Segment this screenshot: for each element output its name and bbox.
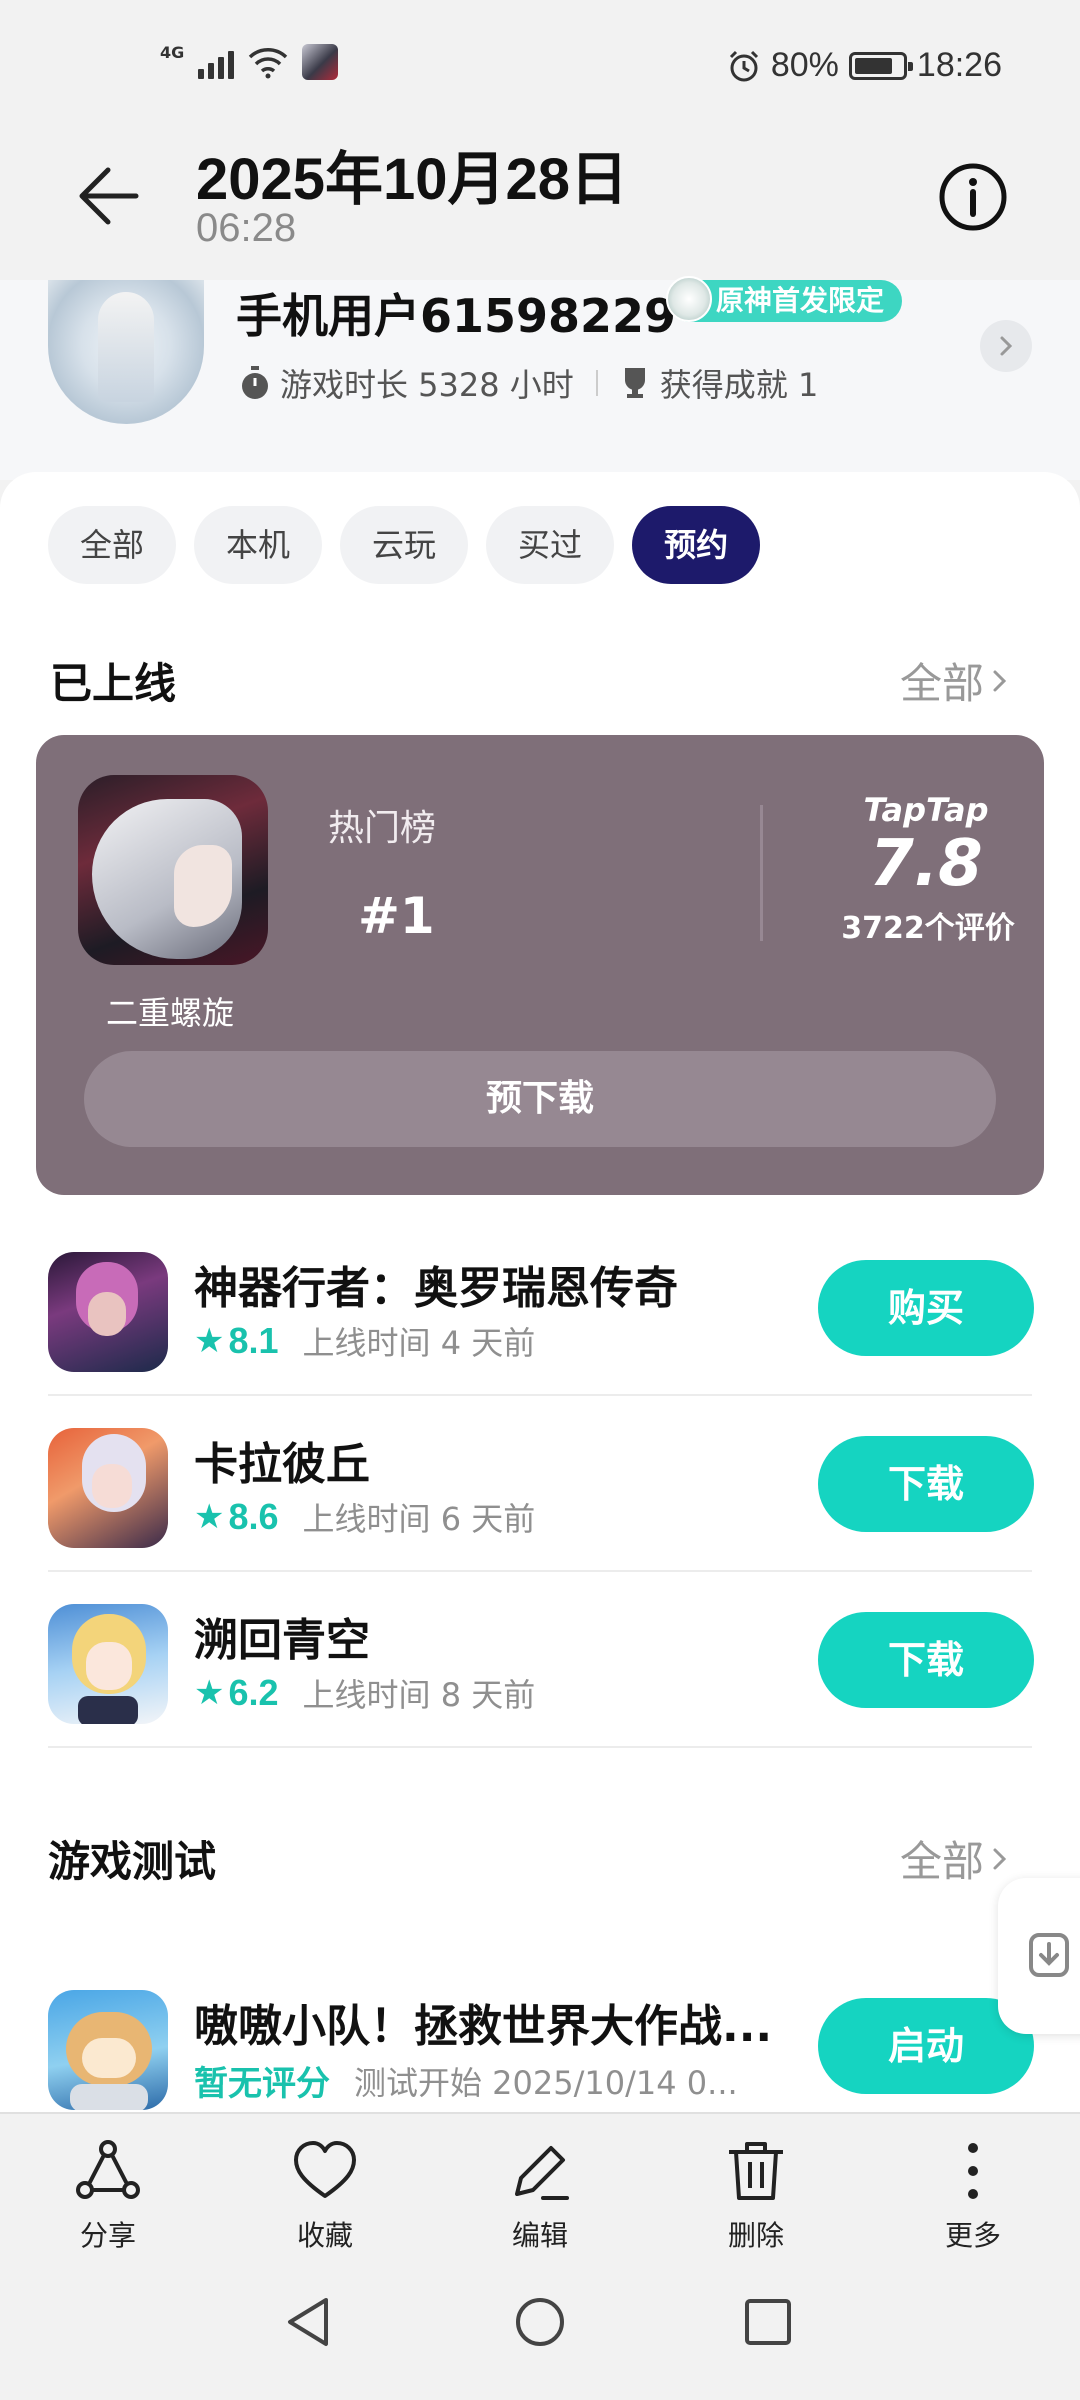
user-avatar[interactable] (48, 280, 204, 424)
game-name: 卡拉彼丘 (194, 1439, 370, 1490)
game-meta: ★ 8.1 上线时间 4 天前 (194, 1318, 535, 1364)
signal-icon (198, 45, 235, 79)
alarm-icon (729, 50, 758, 81)
game-release-info: 上线时间 6 天前 (302, 1500, 536, 1538)
network-type: 4G (160, 42, 185, 62)
heart-icon (294, 2141, 356, 2198)
badge-icon (666, 276, 712, 322)
featured-score: 7.8 (869, 827, 983, 901)
download-button[interactable]: 下载 (818, 1436, 1034, 1532)
game-name: 神器行者：奥罗瑞恩传奇 (194, 1263, 678, 1314)
nav-back-icon[interactable] (280, 2292, 340, 2352)
chevron-right-icon (993, 1848, 1007, 1869)
floating-download-tab[interactable] (998, 1878, 1080, 2034)
test-section-title: 游戏测试 (48, 1837, 217, 1886)
game-score: 8.1 (228, 1320, 279, 1361)
more-button[interactable]: 更多 (908, 2138, 1038, 2254)
user-name: 手机用户61598229 (236, 289, 677, 343)
game-score: 8.6 (228, 1496, 279, 1537)
game-icon[interactable] (48, 1990, 168, 2110)
title-bar: 2025年10月28日 06:28 (0, 130, 1080, 280)
game-row[interactable]: 神器行者：奥罗瑞恩传奇 ★ 8.1 上线时间 4 天前 购买 (48, 1220, 1034, 1396)
nav-recents-icon[interactable] (738, 2292, 798, 2352)
edit-button[interactable]: 编辑 (475, 2138, 605, 2254)
filter-cloud[interactable]: 云玩 (340, 506, 469, 584)
back-arrow-icon[interactable] (70, 156, 150, 236)
share-button[interactable]: 分享 (43, 2138, 173, 2254)
featured-game-name: 二重螺旋 (106, 994, 235, 1032)
trash-icon (729, 2142, 783, 2200)
test-see-all[interactable]: 全部 (900, 1828, 1010, 1889)
game-name: 溯回青空 (194, 1615, 370, 1666)
game-icon[interactable] (48, 1604, 168, 1724)
test-game-row[interactable]: 嗷嗷小队！拯救世界大作战... 暂无评分 测试开始 2025/10/14 0..… (48, 1958, 1034, 2134)
profile-chevron-icon[interactable] (980, 320, 1032, 372)
system-nav-bar (0, 2252, 1080, 2400)
featured-game-card[interactable]: 二重螺旋 热门榜 #1 TapTap 7.8 3722个评价 预下载 (36, 735, 1044, 1195)
battery-percent: 80% (770, 46, 839, 84)
download-button[interactable]: 下载 (818, 1612, 1034, 1708)
released-see-all[interactable]: 全部 (900, 650, 1010, 711)
chevron-right-icon (993, 670, 1007, 691)
user-profile-strip[interactable]: 手机用户61598229 原神首发限定 游戏时长 5328 小时 获得成就 1 (0, 276, 1080, 480)
game-row[interactable]: 溯回青空 ★ 6.2 上线时间 8 天前 下载 (48, 1572, 1034, 1748)
released-section-title: 已上线 (50, 659, 177, 708)
game-icon[interactable] (48, 1428, 168, 1548)
chart-label: 热门榜 (328, 808, 437, 849)
clock: 18:26 (916, 46, 1002, 84)
game-meta: ★ 8.6 上线时间 6 天前 (194, 1494, 535, 1540)
game-meta: 暂无评分 测试开始 2025/10/14 0... (194, 2056, 738, 2105)
page-subtitle-time: 06:28 (196, 206, 297, 250)
divider (760, 805, 763, 941)
user-stats: 游戏时长 5328 小时 获得成就 1 (240, 360, 818, 406)
featured-review-count: 3722个评价 (841, 911, 1015, 946)
buy-button[interactable]: 购买 (818, 1260, 1034, 1356)
star-icon: ★ (194, 1673, 225, 1713)
user-badge: 原神首发限定 (666, 276, 903, 322)
game-score: 暂无评分 (194, 2064, 330, 2104)
achievements: 获得成就 1 (659, 366, 819, 404)
filter-reserved[interactable]: 预约 (632, 506, 761, 584)
game-meta: ★ 6.2 上线时间 8 天前 (194, 1670, 535, 1716)
game-icon[interactable] (48, 1252, 168, 1372)
game-release-info: 上线时间 4 天前 (302, 1324, 536, 1362)
stopwatch-icon (242, 366, 268, 399)
playtime: 游戏时长 5328 小时 (280, 366, 574, 404)
featured-game-icon[interactable] (78, 775, 268, 965)
battery-icon (848, 51, 913, 80)
trophy-icon (624, 368, 645, 398)
game-release-info: 上线时间 8 天前 (302, 1676, 536, 1714)
status-right: 80% 18:26 (727, 46, 1002, 85)
download-icon (1029, 1933, 1069, 1977)
favorite-button[interactable]: 收藏 (260, 2138, 390, 2254)
taptap-logo: TapTap (863, 791, 989, 829)
info-icon[interactable] (938, 162, 1008, 232)
notification-avatar-icon (302, 44, 339, 80)
game-name: 嗷嗷小队！拯救世界大作战... (194, 2001, 773, 2052)
filter-purchased[interactable]: 买过 (486, 506, 615, 584)
nav-home-icon[interactable] (510, 2292, 570, 2352)
status-left: 4G (160, 42, 339, 80)
share-icon (76, 2140, 140, 2199)
star-icon: ★ (194, 1497, 225, 1537)
filter-local[interactable]: 本机 (194, 506, 323, 584)
bottom-toolbar: 分享 收藏 编辑 删除 更多 (0, 2112, 1080, 2252)
filter-chips: 全部 本机 云玩 买过 预约 (48, 506, 761, 584)
status-bar: 4G 80% 18:26 (0, 0, 1080, 130)
chart-rank: #1 (358, 887, 435, 945)
game-row[interactable]: 卡拉彼丘 ★ 8.6 上线时间 6 天前 下载 (48, 1396, 1034, 1572)
wifi-icon (249, 48, 288, 79)
game-score: 6.2 (228, 1672, 279, 1713)
library-panel: 全部 本机 云玩 买过 预约 已上线 全部 二重螺旋 热门榜 #1 TapTap… (0, 472, 1080, 2112)
page-title: 2025年10月28日 (196, 147, 629, 212)
game-test-info: 测试开始 2025/10/14 0... (354, 2063, 738, 2102)
pencil-icon (515, 2146, 569, 2200)
star-icon: ★ (194, 1321, 225, 1361)
predownload-button[interactable]: 预下载 (84, 1051, 996, 1147)
filter-all[interactable]: 全部 (48, 506, 177, 584)
more-vertical-icon (968, 2143, 978, 2199)
delete-button[interactable]: 删除 (691, 2138, 821, 2254)
